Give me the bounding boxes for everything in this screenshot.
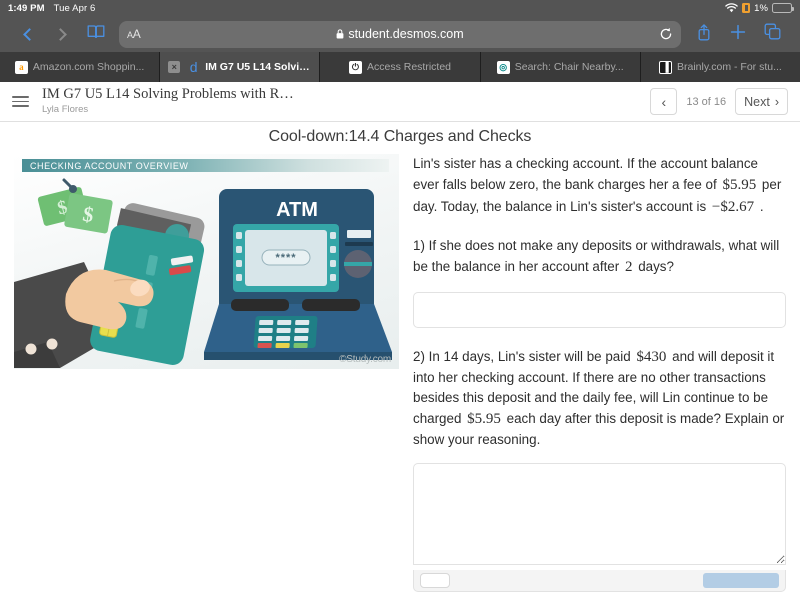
submit-button[interactable] — [703, 573, 779, 589]
share-icon — [696, 23, 712, 46]
desmos-favicon-icon: d — [189, 60, 198, 74]
status-date: Tue Apr 6 — [53, 2, 96, 14]
lesson-content: Cool-down:14.4 Charges and Checks CHECKI… — [0, 122, 800, 599]
tab-label: Amazon.com Shoppin... — [32, 61, 145, 73]
content-panes: CHECKING ACCOUNT OVERVIEW $ $ **** ATM ©… — [0, 154, 800, 599]
lesson-title-block: IM G7 U5 L14 Solving Problems with R… Ly… — [42, 86, 294, 116]
cooldown-title: Cool-down:14.4 Charges and Checks — [268, 128, 532, 145]
back-button[interactable] — [11, 19, 45, 49]
q1-part1: 1) If she does not make any deposits or … — [413, 238, 780, 275]
wifi-icon — [725, 3, 738, 13]
battery-percent: 1% — [754, 2, 768, 14]
previous-screen-button[interactable]: ‹ — [650, 88, 678, 115]
prompt-part1: Lin's sister has a checking account. If … — [413, 156, 758, 192]
next-label: Next — [744, 94, 770, 109]
tab-close-icon[interactable]: × — [168, 61, 181, 73]
brainly-favicon-icon: ▐ — [659, 60, 672, 74]
forward-chevron-icon — [54, 27, 67, 41]
next-screen-button[interactable]: Next › — [735, 88, 788, 115]
question-2-text: 2) In 14 days, Lin's sister will be paid… — [413, 346, 786, 450]
hamburger-menu-icon[interactable] — [12, 93, 29, 110]
battery-icon — [772, 3, 794, 13]
money-tags-icon: $ $ — [37, 178, 113, 234]
illustration-artwork: $ $ **** ATM — [14, 178, 392, 368]
q1-days-value: 2 — [624, 259, 633, 276]
text-size-button[interactable]: AA — [127, 27, 141, 41]
lesson-header: IM G7 U5 L14 Solving Problems with R… Ly… — [0, 82, 800, 122]
address-bar[interactable]: AA student.desmos.com — [119, 20, 681, 48]
tab-label: IM G7 U5 L14 Solving... — [205, 61, 312, 73]
forward-button[interactable] — [45, 19, 79, 49]
new-tab-button[interactable] — [721, 19, 755, 49]
reload-button[interactable] — [659, 27, 673, 41]
question-1-answer-input[interactable] — [413, 292, 786, 329]
browser-tab-access-restricted[interactable]: ⏻ Access Restricted — [320, 52, 481, 82]
tab-label: Brainly.com - For stu... — [677, 61, 782, 73]
math-keyboard-button[interactable] — [420, 573, 450, 589]
atm-machine-icon: **** ATM — [204, 189, 392, 360]
page-title: IM G7 U5 L14 Solving Problems with R… — [42, 86, 294, 103]
lock-icon — [336, 29, 344, 39]
status-time: 1:49 PM — [8, 2, 45, 14]
q1-part2: days? — [638, 259, 674, 275]
illustration-pane: CHECKING ACCOUNT OVERVIEW $ $ **** ATM ©… — [14, 154, 399, 599]
student-name: Lyla Flores — [42, 104, 89, 116]
answer-toolbar — [413, 570, 786, 593]
browser-tab-brainly[interactable]: ▐ Brainly.com - For stu... — [640, 52, 800, 82]
low-battery-icon — [742, 3, 751, 13]
amazon-favicon-icon: a — [14, 60, 28, 74]
status-indicators: 1% — [725, 2, 794, 14]
atm-label: ATM — [276, 199, 318, 221]
question-pane: Lin's sister has a checking account. If … — [413, 154, 786, 599]
question-1-text: 1) If she does not make any deposits or … — [413, 236, 786, 278]
prompt-period: . — [759, 199, 764, 215]
back-chevron-icon — [23, 27, 36, 41]
screen-navigation: ‹ 13 of 16 Next › — [650, 88, 788, 115]
plus-icon — [730, 24, 746, 45]
q2-payment-value: $430 — [636, 349, 667, 366]
tab-label: Access Restricted — [366, 61, 452, 73]
power-favicon-icon: ⏻ — [348, 60, 362, 74]
bookmarks-button[interactable] — [79, 19, 113, 49]
toolbar-right-icons — [687, 19, 789, 49]
fee-value: $5.95 — [722, 176, 757, 193]
share-button[interactable] — [687, 19, 721, 49]
ios-status-bar: 1:49 PM Tue Apr 6 1% — [0, 0, 800, 16]
question-2-answer-textarea[interactable] — [413, 463, 786, 566]
checking-account-illustration: CHECKING ACCOUNT OVERVIEW $ $ **** ATM ©… — [14, 154, 399, 369]
screen-counter: 13 of 16 — [686, 95, 727, 108]
browser-tab-desmos[interactable]: × d IM G7 U5 L14 Solving... — [160, 52, 321, 82]
url-text: student.desmos.com — [348, 27, 464, 41]
search-favicon-icon: ◎ — [496, 60, 510, 74]
browser-tab-search[interactable]: ◎ Search: Chair Nearby... — [480, 52, 641, 82]
chevron-right-icon: › — [774, 94, 779, 109]
svg-text:****: **** — [275, 252, 296, 264]
browser-tab-bar: a Amazon.com Shoppin... × d IM G7 U5 L14… — [0, 52, 800, 82]
study-com-watermark: ©Study.com — [339, 354, 391, 365]
problem-prompt: Lin's sister has a checking account. If … — [413, 154, 786, 218]
book-icon — [87, 24, 105, 44]
url-display: student.desmos.com — [119, 27, 681, 41]
safari-toolbar: AA student.desmos.com — [0, 16, 800, 52]
browser-tab-amazon[interactable]: a Amazon.com Shoppin... — [0, 52, 161, 82]
q2-fee-value: $5.95 — [467, 411, 501, 428]
balance-value: −$2.67 — [711, 199, 755, 216]
tab-label: Search: Chair Nearby... — [514, 61, 624, 73]
q2-part1: 2) In 14 days, Lin's sister will be paid — [413, 349, 631, 365]
tabs-overview-button[interactable] — [755, 19, 789, 49]
tabs-overview-icon — [764, 23, 781, 45]
